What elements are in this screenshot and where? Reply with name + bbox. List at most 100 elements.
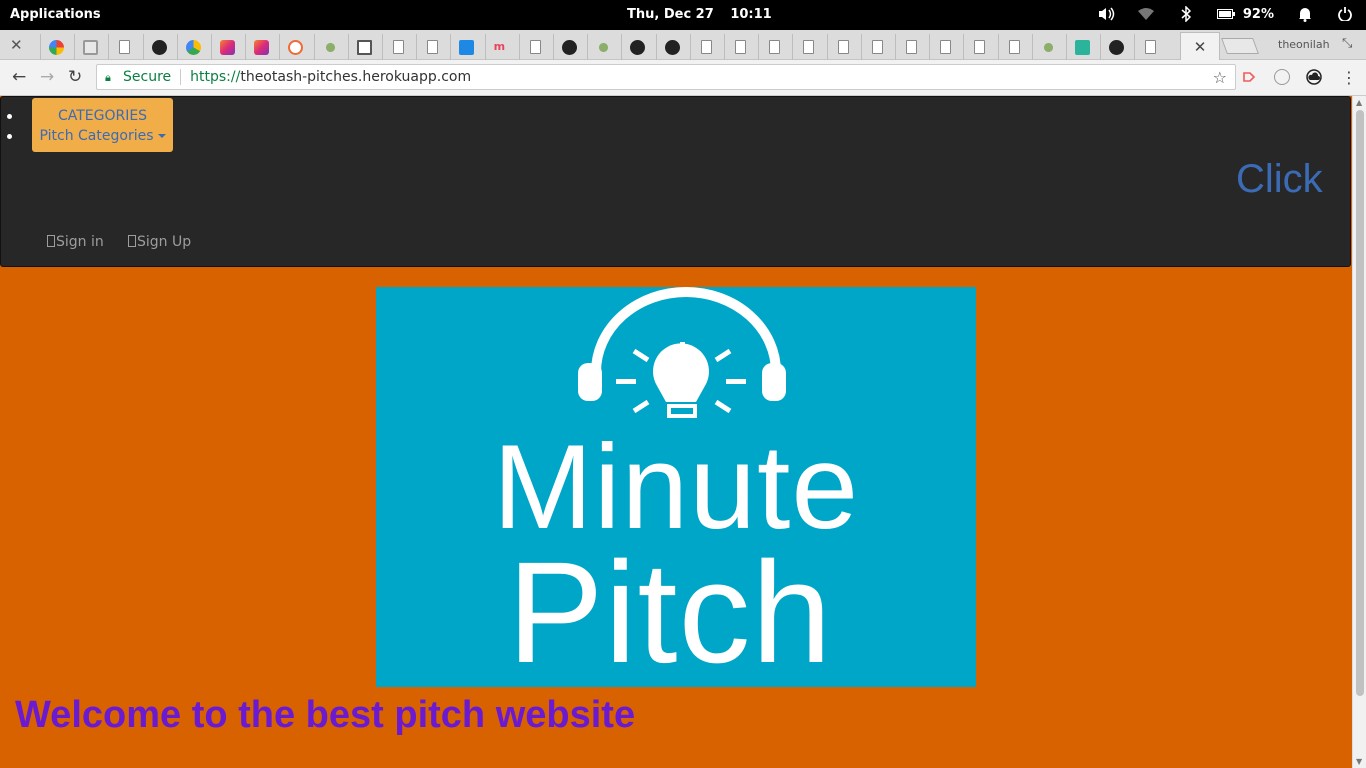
cloud-extension-icon[interactable] [1306, 69, 1322, 85]
d-icon [1075, 39, 1090, 55]
page-icon [769, 40, 781, 54]
clock-time: 10:11 [730, 7, 772, 22]
tab-close-icon[interactable]: ✕ [1194, 38, 1207, 56]
bell-icon[interactable] [1296, 5, 1314, 23]
categories-label: CATEGORIES [7, 106, 173, 126]
gmail-icon [83, 39, 99, 55]
user-glyph-icon [128, 235, 136, 247]
categories-text: CATEGORIES [57, 108, 148, 124]
active-tab[interactable]: ✕ [1180, 32, 1220, 60]
browser-tab[interactable] [724, 34, 756, 60]
back-arrow-icon[interactable]: ← [12, 67, 26, 87]
page-icon [940, 40, 952, 54]
mm-icon: m [493, 39, 506, 53]
browser-tab[interactable] [792, 34, 824, 60]
browser-tab[interactable] [176, 34, 209, 60]
restore-window-icon[interactable]: ⤡ [1342, 36, 1352, 51]
browser-toolbar: ← → ↻ 🔒︎ Secure https:// theotash-pitche… [0, 60, 1366, 96]
browser-tab[interactable] [450, 34, 482, 60]
page-icon [529, 40, 541, 54]
browser-tab[interactable] [655, 34, 688, 60]
bluetooth-icon[interactable] [1177, 5, 1195, 23]
browser-tab[interactable] [587, 34, 619, 60]
browser-tab[interactable] [1066, 34, 1098, 60]
wifi-icon[interactable] [1137, 5, 1155, 23]
new-tab-button[interactable] [1221, 38, 1259, 54]
browser-tab[interactable] [74, 34, 106, 60]
browser-tab[interactable] [1134, 34, 1166, 60]
browser-tab[interactable] [40, 34, 72, 60]
url-protocol: https:// [190, 69, 241, 85]
minute-pitch-logo: Minute Pitch [376, 287, 976, 687]
instagram-icon [220, 39, 235, 55]
user-glyph-icon [47, 235, 55, 247]
book-icon [356, 39, 372, 55]
sign-in-link[interactable]: Sign in [47, 234, 104, 250]
browser-tab[interactable] [279, 34, 311, 60]
extension-circle-icon[interactable] [1274, 69, 1290, 85]
system-top-bar: Applications Thu, Dec 27 10:11 92% [0, 0, 1366, 30]
browser-tab[interactable] [963, 34, 995, 60]
power-icon[interactable] [1336, 5, 1354, 23]
browser-tab[interactable] [553, 34, 585, 60]
battery-icon[interactable] [1216, 5, 1235, 23]
clock[interactable]: Thu, Dec 27 10:11 [627, 7, 772, 22]
scrollbar-thumb[interactable] [1356, 110, 1364, 696]
x-icon [459, 39, 475, 55]
page-icon [1145, 40, 1157, 54]
cast-extension-icon[interactable] [1242, 69, 1258, 85]
browser-tab[interactable] [826, 34, 859, 60]
browser-tab[interactable] [1100, 34, 1132, 60]
click-link[interactable]: Click [1236, 157, 1323, 202]
kebab-menu-icon[interactable]: ⋮ [1341, 68, 1357, 87]
browser-tab[interactable] [142, 34, 175, 60]
browser-tab[interactable] [758, 34, 790, 60]
scroll-up-arrow-icon[interactable]: ▲ [1356, 98, 1362, 107]
browser-tab[interactable] [689, 34, 722, 60]
browser-tab[interactable] [518, 34, 551, 60]
bookmark-star-icon[interactable]: ☆ [1213, 68, 1227, 87]
lock-icon: 🔒︎ [105, 71, 111, 84]
tab-strip: ✕ m ✕ theonilah ⤡ [0, 30, 1366, 60]
close-icon[interactable]: ✕ [10, 36, 23, 54]
categories-dropdown[interactable]: CATEGORIES Pitch Categories [7, 98, 173, 152]
secure-label: Secure [123, 69, 172, 85]
sign-up-link[interactable]: Sign Up [128, 234, 191, 250]
page-icon [837, 40, 849, 54]
page-icon [393, 40, 404, 54]
sign-up-text: Sign Up [137, 234, 192, 250]
browser-tab[interactable] [997, 34, 1030, 60]
browser-tab[interactable] [621, 34, 653, 60]
browser-tab[interactable] [313, 34, 346, 60]
address-bar[interactable]: 🔒︎ Secure https:// theotash-pitches.hero… [96, 64, 1236, 90]
browser-tab[interactable] [860, 34, 893, 60]
browser-tab[interactable] [347, 34, 380, 60]
scroll-down-arrow-icon[interactable]: ▼ [1356, 757, 1362, 766]
browser-tab[interactable] [108, 34, 140, 60]
page-icon [803, 40, 815, 54]
google-icon [49, 39, 64, 55]
reload-icon[interactable]: ↻ [68, 67, 82, 87]
browser-tab[interactable] [1031, 34, 1064, 60]
page-icon [735, 40, 746, 54]
browser-tab[interactable]: m [484, 34, 517, 60]
page-icon [119, 40, 131, 54]
page-icon [1008, 40, 1020, 54]
tree-icon [322, 39, 338, 55]
applications-menu[interactable]: Applications [10, 7, 101, 22]
browser-tab[interactable] [929, 34, 961, 60]
volume-icon[interactable] [1097, 5, 1115, 23]
system-tray[interactable]: 92% [1075, 5, 1354, 23]
page-scrollbar[interactable]: ▲ ▼ [1352, 96, 1366, 768]
page-icon [906, 40, 917, 54]
page-icon [700, 40, 712, 54]
browser-tab[interactable] [211, 34, 243, 60]
forward-arrow-icon[interactable]: → [40, 67, 54, 87]
browser-tab[interactable] [245, 34, 277, 60]
browser-tab[interactable] [895, 34, 927, 60]
pitch-categories-toggle[interactable]: Pitch Categories [7, 126, 173, 146]
browser-tab[interactable] [382, 34, 414, 60]
github-icon [151, 39, 167, 55]
profile-name[interactable]: theonilah [1278, 38, 1330, 51]
browser-tab[interactable] [416, 34, 448, 60]
